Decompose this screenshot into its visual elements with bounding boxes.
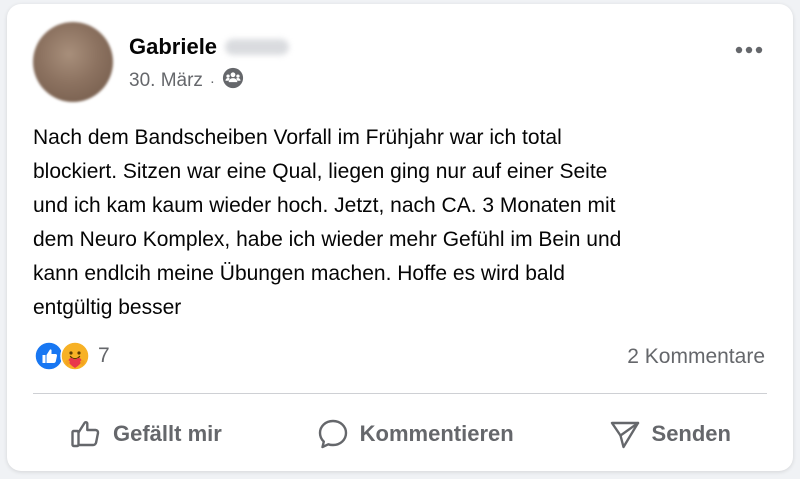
action-divider xyxy=(33,393,767,394)
send-button[interactable]: Senden xyxy=(608,417,731,451)
post-date[interactable]: 30. März xyxy=(129,70,203,92)
author-row: Gabriele xyxy=(129,34,290,60)
friends-icon[interactable] xyxy=(222,67,244,95)
action-bar: Gefällt mir Kommentieren Senden xyxy=(33,404,767,464)
more-options-button[interactable] xyxy=(729,32,769,68)
blurred-surname xyxy=(225,39,290,55)
like-button[interactable]: Gefällt mir xyxy=(69,417,222,451)
post-meta: 30. März · xyxy=(129,67,244,95)
care-icon xyxy=(60,341,90,371)
meta-separator: · xyxy=(209,72,215,90)
post-card: Gabriele 30. März · Nach dem Bandscheibe… xyxy=(7,4,793,471)
comment-bubble-icon xyxy=(318,419,347,449)
reaction-summary[interactable]: 7 xyxy=(34,341,110,371)
comment-button[interactable]: Kommentieren xyxy=(316,417,514,451)
post-text: Nach dem Bandscheiben Vorfall im Frühjah… xyxy=(33,126,622,319)
author-name[interactable]: Gabriele xyxy=(129,34,217,60)
reaction-count[interactable]: 7 xyxy=(98,344,110,368)
avatar[interactable] xyxy=(33,22,113,102)
comments-count-link[interactable]: 2 Kommentare xyxy=(627,345,765,369)
comment-label: Kommentieren xyxy=(359,421,514,446)
thumbs-up-icon xyxy=(71,421,100,448)
send-label: Senden xyxy=(651,421,731,446)
like-label: Gefällt mir xyxy=(113,421,222,446)
send-icon xyxy=(610,421,639,449)
more-horizontal-icon xyxy=(735,46,763,54)
